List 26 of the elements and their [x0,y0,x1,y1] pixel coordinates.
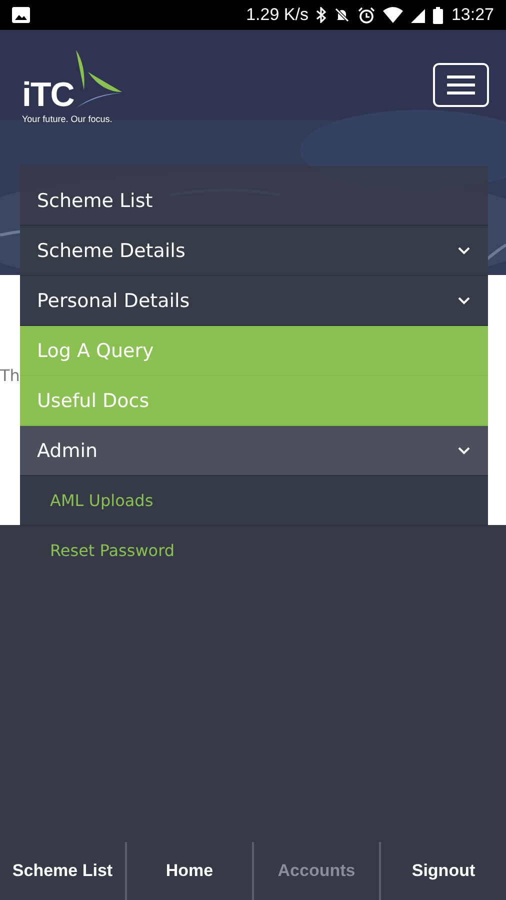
tagline: Your future. Our focus. [22,114,114,124]
nav-tab[interactable]: Home [127,842,252,900]
image-icon [12,7,30,23]
submenu-item[interactable]: AML Uploads [20,476,488,526]
wifi-icon [383,7,404,23]
logo-text: iTC [22,78,74,112]
nav-tab[interactable]: Signout [381,842,506,900]
nav-tab[interactable]: Scheme List [0,842,125,900]
body-text: Th [0,366,20,384]
menu-button[interactable] [433,63,489,107]
signal-icon [411,7,426,23]
menu-item[interactable]: Scheme List [20,166,488,226]
chevron-down-icon [458,296,470,304]
bluetooth-icon [316,7,326,23]
muted-bell-icon [334,7,350,23]
chevron-down-icon [458,446,470,454]
menu-icon [447,75,475,95]
network-speed: 1.29 K/s [246,5,308,25]
submenu-item[interactable]: Reset Password [20,526,488,575]
menu-item[interactable]: Personal Details [20,276,488,326]
menu-item[interactable]: Scheme Details [20,226,488,276]
battery-icon [433,6,444,24]
chevron-down-icon [458,246,470,254]
menu-item[interactable]: Admin [20,426,488,476]
alarm-icon [358,6,376,24]
clock: 13:27 [451,5,494,25]
